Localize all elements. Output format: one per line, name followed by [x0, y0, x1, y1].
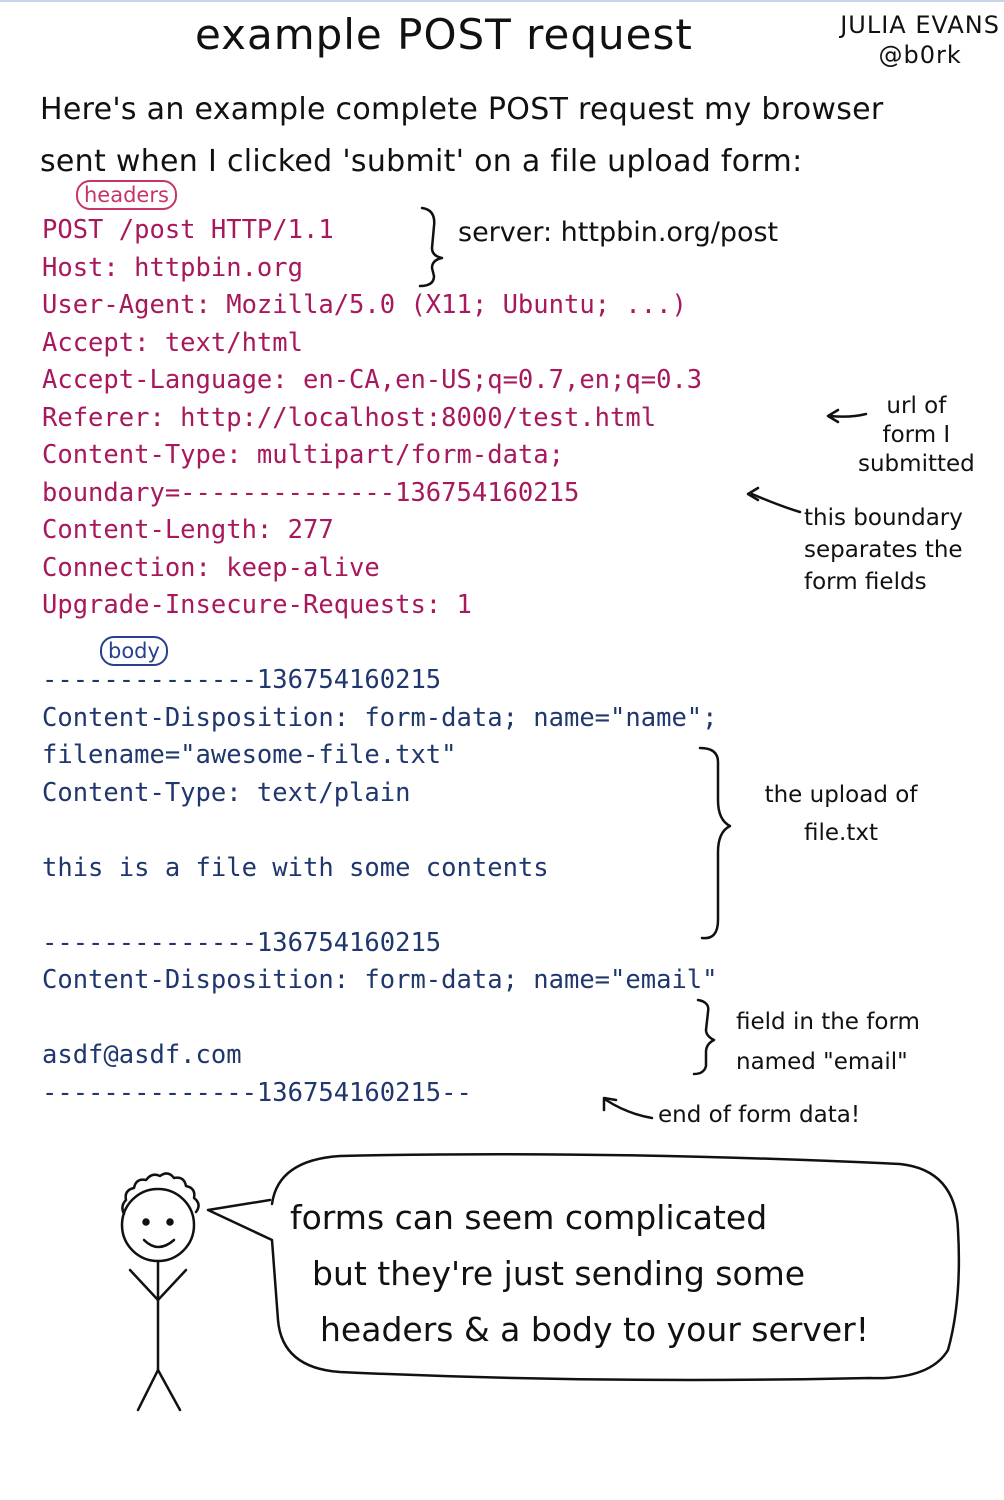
- speech-line: forms can seem complicated: [290, 1198, 768, 1237]
- url-arrow: [828, 412, 868, 418]
- end-arrow: [604, 1098, 654, 1120]
- stick-figure: [120, 1172, 200, 1412]
- upload-brace: [698, 746, 732, 940]
- speech-line: but they're just sending some: [312, 1254, 806, 1293]
- boundary-arrow: [750, 492, 802, 514]
- speech-text: forms can seem complicated but they're j…: [290, 1190, 940, 1358]
- email-brace: [692, 998, 716, 1076]
- header-brace: [418, 206, 444, 288]
- speech-line: headers & a body to your server!: [320, 1310, 869, 1349]
